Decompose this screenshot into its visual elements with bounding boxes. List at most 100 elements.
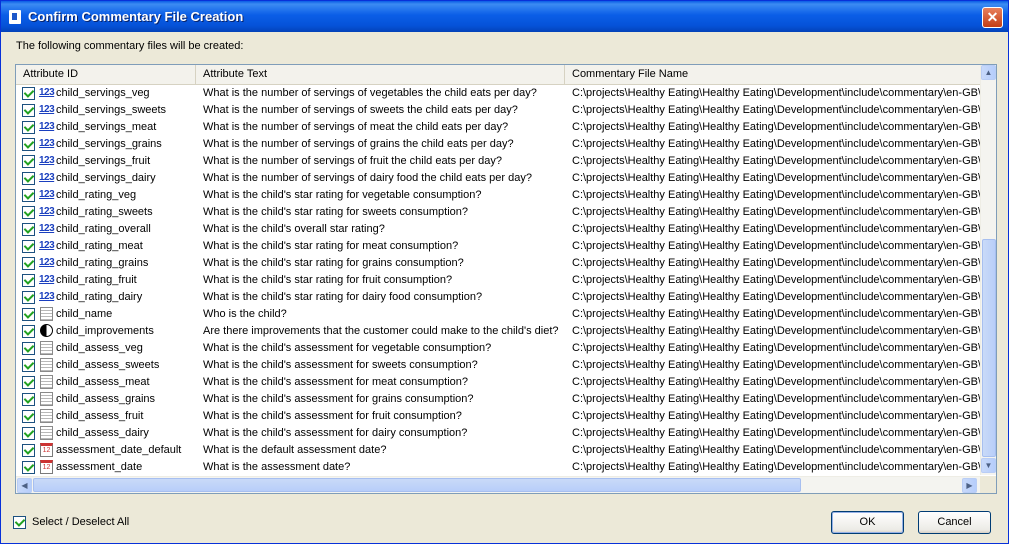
row-checkbox[interactable]: [22, 223, 35, 236]
table-row[interactable]: 123 child_rating_overall What is the child…: [16, 221, 980, 238]
column-header-attribute-id[interactable]: Attribute ID: [16, 65, 196, 84]
file-name-cell: C:\projects\Healthy Eating\Healthy Eatin…: [572, 427, 980, 439]
row-checkbox[interactable]: [22, 257, 35, 270]
table-row[interactable]: 123 child_rating_fruit What is the child's…: [16, 272, 980, 289]
file-name-cell: C:\projects\Healthy Eating\Healthy Eatin…: [572, 444, 980, 456]
row-checkbox[interactable]: [22, 325, 35, 338]
file-name-cell: C:\projects\Healthy Eating\Healthy Eatin…: [572, 393, 980, 405]
row-checkbox[interactable]: [22, 393, 35, 406]
row-checkbox[interactable]: [22, 427, 35, 440]
text-icon: [40, 341, 53, 355]
select-all-label[interactable]: Select / Deselect All: [32, 516, 129, 528]
commentary-file-list[interactable]: Attribute ID Attribute Text Commentary F…: [15, 64, 997, 494]
file-name-cell: C:\projects\Healthy Eating\Healthy Eatin…: [572, 155, 980, 167]
horizontal-scroll-thumb[interactable]: [33, 478, 801, 492]
table-row[interactable]: 123 child_servings_fruit What is the numbe…: [16, 153, 980, 170]
row-checkbox[interactable]: [22, 104, 35, 117]
row-checkbox[interactable]: [22, 172, 35, 185]
attribute-id-cell: child_assess_grains: [56, 393, 156, 405]
attribute-id-cell: child_rating_grains: [56, 257, 149, 269]
attribute-text-cell: What is the number of servings of sweets…: [203, 104, 518, 116]
column-header-attribute-text[interactable]: Attribute Text: [196, 65, 565, 84]
window-title: Confirm Commentary File Creation: [28, 9, 244, 24]
numeric-icon: 123: [39, 172, 55, 183]
cancel-button[interactable]: Cancel: [918, 511, 991, 534]
horizontal-scrollbar[interactable]: ◀ ▶: [16, 476, 980, 493]
table-row[interactable]: child_assess_veg What is the child's asse…: [16, 340, 980, 357]
row-checkbox[interactable]: [22, 359, 35, 372]
vertical-scroll-thumb[interactable]: [982, 239, 996, 457]
text-icon: [40, 358, 53, 372]
attribute-id-cell: child_rating_overall: [56, 223, 151, 235]
row-checkbox[interactable]: [22, 376, 35, 389]
table-row[interactable]: child_assess_grains What is the child's a…: [16, 391, 980, 408]
file-name-cell: C:\projects\Healthy Eating\Healthy Eatin…: [572, 461, 980, 473]
attribute-id-cell: child_servings_grains: [56, 138, 162, 150]
attribute-text-cell: What is the child's overall star rating?: [203, 223, 385, 235]
attribute-id-cell: child_servings_sweets: [56, 104, 167, 116]
table-row[interactable]: 123 child_rating_meat What is the child's …: [16, 238, 980, 255]
file-name-cell: C:\projects\Healthy Eating\Healthy Eatin…: [572, 240, 980, 252]
table-row[interactable]: 12 assessment_date_default What is the def…: [16, 442, 980, 459]
title-bar[interactable]: Confirm Commentary File Creation ✕: [1, 1, 1008, 32]
column-header-file-name[interactable]: Commentary File Name: [565, 65, 980, 84]
attribute-text-cell: Are there improvements that the customer…: [203, 325, 559, 337]
table-row[interactable]: 123 child_servings_sweets What is the numb…: [16, 102, 980, 119]
table-row[interactable]: 123 child_servings_meat What is the number…: [16, 119, 980, 136]
attribute-id-cell: child_name: [56, 308, 113, 320]
file-name-cell: C:\projects\Healthy Eating\Healthy Eatin…: [572, 359, 980, 371]
row-checkbox[interactable]: [22, 138, 35, 151]
attribute-text-cell: What is the number of servings of grains…: [203, 138, 514, 150]
row-checkbox[interactable]: [22, 342, 35, 355]
table-row[interactable]: 123 child_servings_veg What is the number …: [16, 85, 980, 102]
table-row[interactable]: 12 assessment_date What is the assessment …: [16, 459, 980, 476]
scroll-right-button[interactable]: ▶: [962, 478, 977, 493]
row-checkbox[interactable]: [22, 206, 35, 219]
attribute-text-cell: What is the default assessment date?: [203, 444, 387, 456]
table-row[interactable]: child_assess_sweets What is the child's a…: [16, 357, 980, 374]
attribute-text-cell: Who is the child?: [203, 308, 287, 320]
row-checkbox[interactable]: [22, 240, 35, 253]
table-row[interactable]: child_assess_meat What is the child's ass…: [16, 374, 980, 391]
attribute-id-cell: child_rating_sweets: [56, 206, 153, 218]
table-row[interactable]: child_improvements Are there improvements…: [16, 323, 980, 340]
row-checkbox[interactable]: [22, 410, 35, 423]
numeric-icon: 123: [39, 138, 55, 149]
row-checkbox[interactable]: [22, 291, 35, 304]
scroll-left-button[interactable]: ◀: [17, 478, 32, 493]
row-checkbox[interactable]: [22, 121, 35, 134]
file-name-cell: C:\projects\Healthy Eating\Healthy Eatin…: [572, 206, 980, 218]
attribute-text-cell: What is the child's assessment for meat …: [203, 376, 468, 388]
table-row[interactable]: 123 child_servings_dairy What is the numbe…: [16, 170, 980, 187]
row-checkbox[interactable]: [22, 461, 35, 474]
table-row[interactable]: child_name Who is the child? C:\projects\H…: [16, 306, 980, 323]
row-checkbox[interactable]: [22, 274, 35, 287]
ok-button[interactable]: OK: [831, 511, 904, 534]
table-row[interactable]: 123 child_servings_grains What is the numb…: [16, 136, 980, 153]
scroll-up-button[interactable]: ▲: [981, 65, 996, 80]
table-row[interactable]: 123 child_rating_grains What is the child'…: [16, 255, 980, 272]
row-checkbox[interactable]: [22, 189, 35, 202]
table-row[interactable]: 123 child_rating_veg What is the child's s…: [16, 187, 980, 204]
attribute-id-cell: child_servings_veg: [56, 87, 150, 99]
numeric-icon: 123: [39, 121, 55, 132]
attribute-id-cell: child_assess_sweets: [56, 359, 160, 371]
vertical-scrollbar[interactable]: ▲ ▼: [980, 65, 996, 475]
row-checkbox[interactable]: [22, 444, 35, 457]
row-checkbox[interactable]: [22, 308, 35, 321]
select-all-checkbox[interactable]: [13, 516, 26, 529]
attribute-id-cell: child_rating_veg: [56, 189, 137, 201]
close-button[interactable]: ✕: [982, 7, 1003, 28]
row-checkbox[interactable]: [22, 87, 35, 100]
numeric-icon: 123: [39, 240, 55, 251]
table-row[interactable]: 123 child_rating_dairy What is the child's…: [16, 289, 980, 306]
table-row[interactable]: child_assess_dairy What is the child's as…: [16, 425, 980, 442]
scroll-down-button[interactable]: ▼: [981, 458, 996, 473]
row-checkbox[interactable]: [22, 155, 35, 168]
table-row[interactable]: child_assess_fruit What is the child's as…: [16, 408, 980, 425]
attribute-text-cell: What is the number of servings of vegeta…: [203, 87, 537, 99]
attribute-text-cell: What is the child's assessment for veget…: [203, 342, 492, 354]
calendar-icon: 12: [40, 460, 53, 474]
numeric-icon: 123: [39, 206, 55, 217]
table-row[interactable]: 123 child_rating_sweets What is the child'…: [16, 204, 980, 221]
